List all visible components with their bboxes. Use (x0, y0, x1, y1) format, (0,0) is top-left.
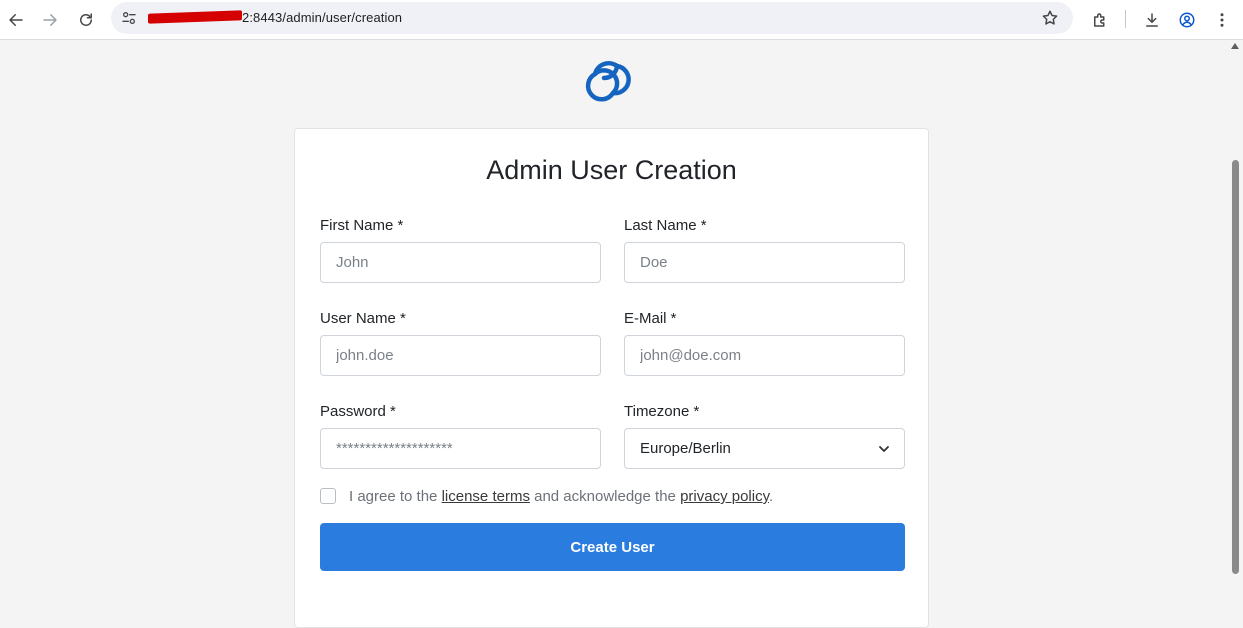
user-name-input[interactable] (320, 335, 601, 376)
reload-icon[interactable] (72, 6, 100, 34)
back-icon[interactable] (2, 6, 30, 34)
privacy-policy-link[interactable]: privacy policy (680, 488, 769, 505)
browser-toolbar: 2:8443/admin/user/creation (0, 0, 1243, 40)
timezone-label: Timezone * (624, 403, 700, 420)
download-icon[interactable] (1138, 6, 1166, 34)
page-scrollbar[interactable] (1228, 40, 1243, 600)
user-name-label: User Name * (320, 310, 406, 327)
profile-icon[interactable] (1173, 6, 1201, 34)
timezone-select[interactable]: Europe/Berlin (624, 428, 905, 469)
forward-icon[interactable] (36, 6, 64, 34)
scroll-thumb[interactable] (1232, 160, 1239, 574)
menu-icon[interactable] (1208, 6, 1236, 34)
agree-prefix: I agree to the (349, 488, 438, 505)
first-name-label: First Name * (320, 217, 404, 234)
license-terms-link[interactable]: license terms (442, 488, 530, 505)
page-title: Admin User Creation (486, 155, 737, 185)
email-input[interactable] (624, 335, 905, 376)
password-label: Password * (320, 403, 396, 420)
url-text[interactable]: 2:8443/admin/user/creation (242, 10, 402, 25)
last-name-label: Last Name * (624, 217, 707, 234)
scroll-up-arrow-icon[interactable] (1231, 43, 1239, 49)
agree-middle: and acknowledge the (534, 488, 676, 505)
timezone-value: Europe/Berlin (640, 440, 731, 457)
url-redaction (148, 10, 242, 24)
first-name-input[interactable] (320, 242, 601, 283)
agree-suffix: . (768, 488, 774, 505)
password-input[interactable] (320, 428, 601, 469)
agree-text: I agree to the license terms and acknowl… (349, 488, 773, 505)
bookmark-star-icon[interactable] (1041, 9, 1059, 27)
chevron-down-icon (879, 446, 889, 452)
toolbar-divider (1125, 10, 1126, 28)
site-settings-icon[interactable] (120, 9, 138, 27)
agree-checkbox[interactable] (320, 488, 336, 504)
address-bar[interactable]: 2:8443/admin/user/creation (111, 2, 1073, 34)
email-label: E-Mail * (624, 310, 677, 327)
extensions-icon[interactable] (1086, 6, 1114, 34)
last-name-input[interactable] (624, 242, 905, 283)
admin-creation-card: Admin User Creation First Name * Last Na… (294, 128, 929, 628)
cloud-logo-icon (573, 50, 637, 108)
create-user-button[interactable]: Create User (320, 523, 905, 571)
